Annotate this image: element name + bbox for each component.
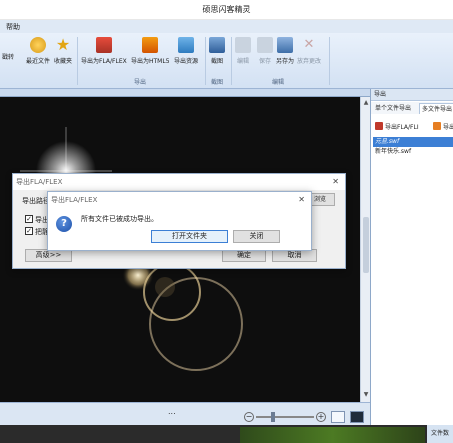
zoom-slider-track[interactable] [256,416,314,418]
status-background-image [240,427,425,443]
export-resources-button[interactable]: 导出资源 [174,35,198,65]
ribbon-separator [329,37,330,85]
export-fla-icon [95,37,112,53]
favorites-icon: ★ [55,35,71,54]
stage-vertical-scrollbar[interactable]: ▲ ▼ [360,97,370,402]
ribbon-separator [205,37,206,85]
jump-button[interactable]: 戳转 [2,49,14,61]
group-screenshot-label: 截图 [211,79,224,86]
recent-files-button[interactable]: 最近文件 [26,35,50,65]
save-as-button[interactable]: 另存为 [276,35,294,65]
save-label: 保存 [258,58,271,65]
export-checkbox[interactable]: ✓ [25,215,33,223]
screenshot-label: 截图 [210,58,223,65]
discard-label: 放弃更改 [297,58,322,65]
export-resources-icon [178,37,194,53]
scroll-up-arrow-icon[interactable]: ▲ [362,99,370,107]
edit-icon [235,37,251,53]
export-panel: 导出 单个文件导出 多文件导出 导出FLA/FLI 导出 元旦.swf 新年快乐… [370,89,453,425]
export-html5-icon [142,37,159,53]
screenshot-icon [209,37,225,53]
close-button[interactable]: 关闭 [233,230,280,243]
export-small-icon [433,122,441,130]
zoom-out-icon[interactable]: − [244,412,254,422]
export-html5-button[interactable]: 导出为HTML5 [131,35,170,65]
export-success-message: 所有文件已被成功导出。 [81,215,158,223]
export-panel-tabs: 单个文件导出 多文件导出 [371,102,453,114]
jump-button-label: 戳转 [2,54,15,61]
menu-help[interactable]: 帮助 [6,22,20,32]
scrollbar-thumb[interactable] [363,217,369,273]
question-icon: ? [56,216,72,232]
ribbon-separator [77,37,78,85]
export-path-label: 导出路径 [22,197,50,205]
panel-export-fla-button[interactable]: 导出FLA/FLI [375,119,419,133]
panel-export-fla-label: 导出FLA/FLI [385,123,419,131]
group-export-label: 导出 [134,79,147,86]
list-item[interactable]: 元旦.swf [373,137,453,147]
export-fla-label: 导出为FLA/FLEX [81,58,127,65]
save-as-icon [277,37,293,53]
app-window: 硕思闪客精灵 帮助 戳转 最近文件 ★ 收藏夹 导出为FLA/FLEX 导出为H… [0,0,453,443]
panel-export-label: 导出 [443,123,453,131]
file-count-label: 文件数 [427,425,453,443]
ribbon: 戳转 最近文件 ★ 收藏夹 导出为FLA/FLEX 导出为HTML5 导出资源 … [0,33,453,89]
window-title: 硕思闪客精灵 [202,5,251,14]
static-checkbox[interactable]: ✓ [25,227,33,235]
favorites-button[interactable]: ★ 收藏夹 [54,35,73,66]
list-item[interactable]: 新年快乐.swf [373,147,453,157]
panel-export-button[interactable]: 导出 [433,119,453,133]
stage-header [0,89,370,97]
export-panel-title: 导出 [371,89,453,101]
tab-single-file-export[interactable]: 单个文件导出 [373,103,413,114]
discard-button[interactable]: ✕ 放弃更改 [297,35,321,65]
recent-files-icon [30,37,46,53]
zoom-in-icon[interactable]: + [316,412,326,422]
file-list: 元旦.swf 新年快乐.swf [373,137,453,157]
group-edit-label: 编辑 [272,79,285,86]
discard-icon: ✕ [303,37,315,52]
screenshot-button[interactable]: 截图 [209,35,225,65]
open-folder-button[interactable]: 打开文件夹 [151,230,228,243]
message-dialog-title: 导出FLA/FLEX [48,192,311,208]
export-complete-dialog: 导出FLA/FLEX ✕ ? 所有文件已被成功导出。 打开文件夹 关闭 [47,191,312,251]
stage-toolbar: ... − + [0,402,370,425]
recent-files-label: 最近文件 [26,58,51,65]
export-fla-small-icon [375,122,383,130]
favorites-label: 收藏夹 [54,58,73,65]
save-button[interactable]: 保存 [257,35,273,65]
zoom-slider-thumb[interactable] [271,412,275,422]
menu-bar: 帮助 [0,20,453,33]
edit-button[interactable]: 编辑 [235,35,251,65]
export-fla-button[interactable]: 导出为FLA/FLEX [81,35,127,65]
export-resources-label: 导出资源 [174,58,199,65]
fit-view-icon[interactable] [331,411,345,423]
close-icon[interactable]: ✕ [298,195,305,204]
ribbon-separator [231,37,232,85]
close-icon[interactable]: ✕ [332,177,339,186]
background-color-icon[interactable] [350,411,364,423]
export-html5-label: 导出为HTML5 [131,58,170,65]
save-icon [257,37,273,53]
export-dialog-title: 导出FLA/FLEX [13,174,345,190]
edit-label: 编辑 [236,58,249,65]
scroll-down-arrow-icon[interactable]: ▼ [362,391,370,399]
drag-handle[interactable]: ... [168,407,176,416]
tab-multi-file-export[interactable]: 多文件导出 [419,103,453,114]
save-as-label: 另存为 [276,58,295,65]
title-bar: 硕思闪客精灵 [0,0,453,20]
